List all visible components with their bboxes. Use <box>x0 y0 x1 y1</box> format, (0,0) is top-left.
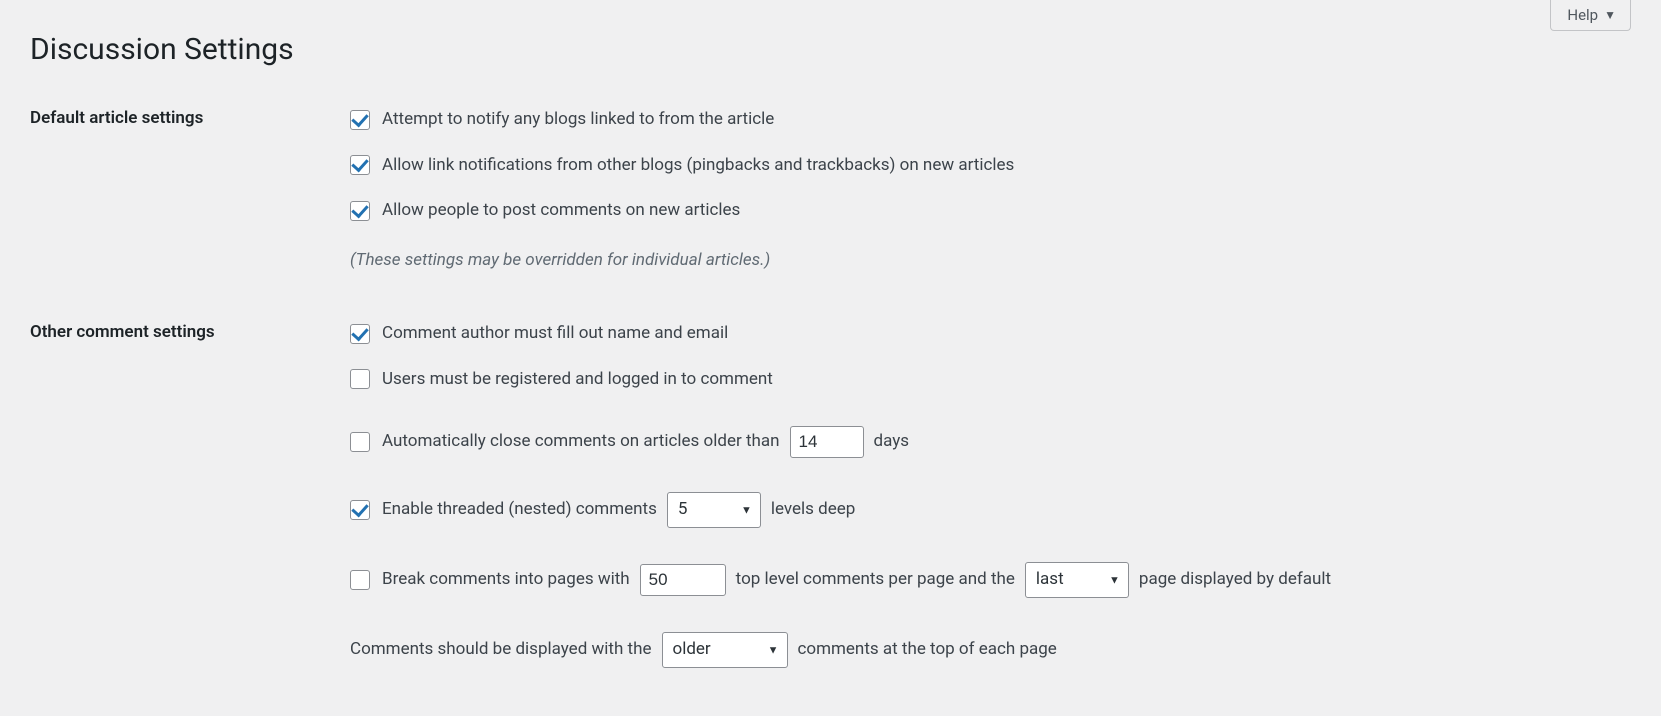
allow-pingbacks-label: Allow link notifications from other blog… <box>382 153 1014 179</box>
paginate-suffix: page displayed by default <box>1139 567 1331 593</box>
threaded-option[interactable]: Enable threaded (nested) comments <box>350 497 657 523</box>
threaded-checkbox[interactable] <box>350 500 370 520</box>
paginate-mid: top level comments per page and the <box>736 567 1015 593</box>
require-name-email-label: Comment author must fill out name and em… <box>382 321 728 347</box>
allow-pingbacks-checkbox[interactable] <box>350 155 370 175</box>
order-prefix: Comments should be displayed with the <box>350 637 652 663</box>
paginate-prefix: Break comments into pages with <box>382 567 630 593</box>
auto-close-suffix: days <box>874 429 910 455</box>
paginate-per-page-input[interactable] <box>640 564 726 596</box>
section-heading-other-comment: Other comment settings <box>30 321 350 716</box>
auto-close-prefix: Automatically close comments on articles… <box>382 429 780 455</box>
help-tab[interactable]: Help ▼ <box>1550 0 1631 31</box>
paginate-default-page-select[interactable]: last ▼ <box>1025 562 1129 598</box>
require-name-email-checkbox[interactable] <box>350 324 370 344</box>
allow-comments-label: Allow people to post comments on new art… <box>382 198 740 224</box>
paginate-default-page-value: last <box>1036 567 1064 593</box>
chevron-down-icon: ▼ <box>1604 8 1616 22</box>
order-select[interactable]: older ▼ <box>662 632 788 668</box>
auto-close-checkbox[interactable] <box>350 432 370 452</box>
threaded-levels-select[interactable]: 5 ▼ <box>667 492 761 528</box>
help-label: Help <box>1567 6 1598 24</box>
auto-close-days-input[interactable] <box>790 426 864 458</box>
allow-comments-option[interactable]: Allow people to post comments on new art… <box>350 198 740 224</box>
require-registered-label: Users must be registered and logged in t… <box>382 367 773 393</box>
paginate-checkbox[interactable] <box>350 570 370 590</box>
threaded-levels-value: 5 <box>678 497 688 523</box>
allow-pingbacks-option[interactable]: Allow link notifications from other blog… <box>350 153 1014 179</box>
threaded-suffix: levels deep <box>771 497 855 523</box>
auto-close-option[interactable]: Automatically close comments on articles… <box>350 429 780 455</box>
notify-linked-option[interactable]: Attempt to notify any blogs linked to fr… <box>350 107 774 133</box>
notify-linked-label: Attempt to notify any blogs linked to fr… <box>382 107 774 133</box>
section-heading-default-article: Default article settings <box>30 107 350 321</box>
override-hint: (These settings may be overridden for in… <box>350 248 770 274</box>
chevron-down-icon: ▼ <box>768 643 779 660</box>
paginate-option[interactable]: Break comments into pages with <box>350 567 630 593</box>
order-suffix: comments at the top of each page <box>798 637 1057 663</box>
require-name-email-option[interactable]: Comment author must fill out name and em… <box>350 321 728 347</box>
notify-linked-checkbox[interactable] <box>350 110 370 130</box>
page-title: Discussion Settings <box>0 0 1661 67</box>
allow-comments-checkbox[interactable] <box>350 201 370 221</box>
threaded-prefix: Enable threaded (nested) comments <box>382 497 657 523</box>
chevron-down-icon: ▼ <box>1109 573 1120 590</box>
require-registered-checkbox[interactable] <box>350 369 370 389</box>
require-registered-option[interactable]: Users must be registered and logged in t… <box>350 367 773 393</box>
order-value: older <box>673 637 711 663</box>
chevron-down-icon: ▼ <box>741 503 752 520</box>
